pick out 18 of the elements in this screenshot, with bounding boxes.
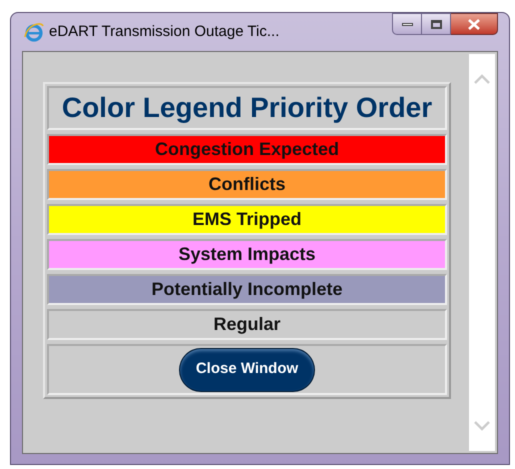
legend-title: Color Legend Priority Order [47, 86, 447, 130]
maximize-button[interactable] [422, 13, 451, 35]
close-window-button[interactable] [451, 13, 498, 35]
maximize-icon [430, 20, 442, 28]
minimize-button[interactable] [392, 13, 422, 35]
legend-item: EMS Tripped [47, 204, 447, 235]
close-icon [468, 18, 480, 30]
legend-item: Conflicts [47, 169, 447, 200]
browser-logo-icon [23, 21, 45, 43]
scroll-down-icon [474, 421, 490, 431]
legend-item: Congestion Expected [47, 134, 447, 165]
close-window-button[interactable]: Close Window [180, 348, 314, 390]
minimize-icon [402, 22, 412, 26]
legend-item: System Impacts [47, 239, 447, 270]
legend-item: Potentially Incomplete [47, 274, 447, 305]
scroll-up-icon [474, 74, 490, 84]
legend-item: Regular [47, 309, 447, 340]
window-title: eDART Transmission Outage Tic... [49, 22, 280, 42]
